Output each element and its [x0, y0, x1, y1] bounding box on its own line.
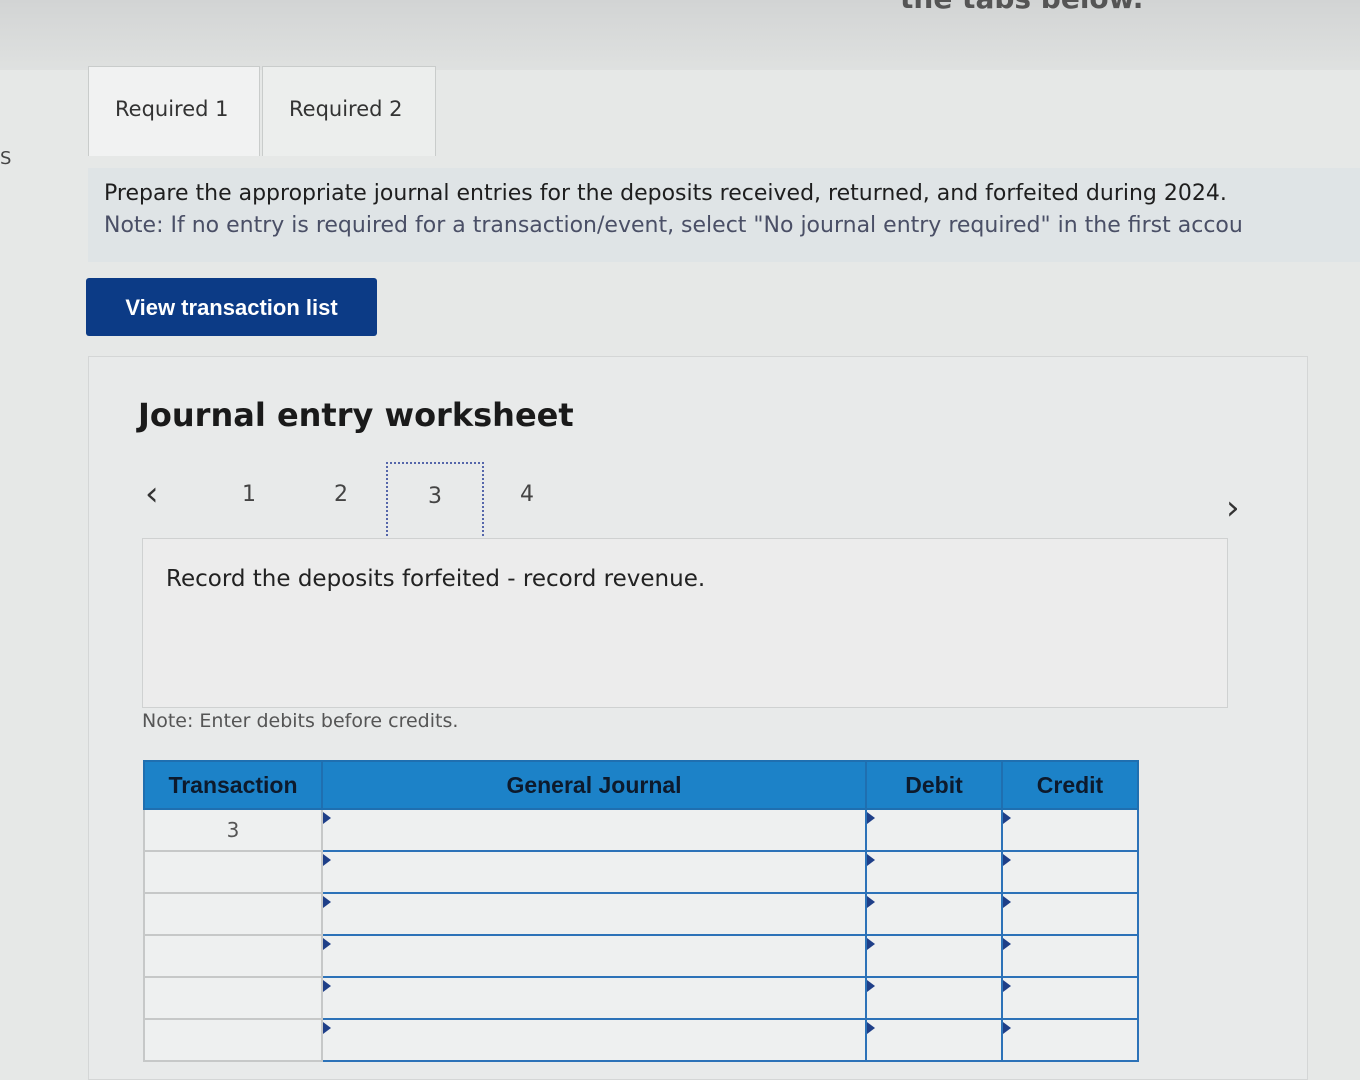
- worksheet-page-2[interactable]: 2: [334, 482, 348, 507]
- general-journal-column-header: General Journal: [321, 760, 867, 810]
- account-select[interactable]: [323, 936, 865, 976]
- account-select-cell[interactable]: [321, 850, 867, 894]
- table-row: [143, 892, 1139, 936]
- account-select[interactable]: [323, 1020, 865, 1060]
- debit-input[interactable]: [867, 852, 1001, 892]
- input-marker-icon: [867, 938, 875, 950]
- account-select-cell[interactable]: [321, 1018, 867, 1062]
- input-marker-icon: [1003, 980, 1011, 992]
- account-select[interactable]: [323, 894, 865, 934]
- input-marker-icon: [867, 896, 875, 908]
- debit-input-cell[interactable]: [865, 1018, 1003, 1062]
- credit-column-header: Credit: [1001, 760, 1139, 810]
- header-partial-text: the tabs below.: [900, 0, 1143, 15]
- credit-input-cell[interactable]: [1001, 892, 1139, 936]
- dropdown-marker-icon: [323, 896, 331, 908]
- input-marker-icon: [1003, 1022, 1011, 1034]
- dropdown-marker-icon: [323, 938, 331, 950]
- table-row: [143, 850, 1139, 894]
- transaction-cell: [143, 850, 323, 894]
- account-select-cell[interactable]: [321, 934, 867, 978]
- table-row: [143, 934, 1139, 978]
- dropdown-marker-icon: [323, 1022, 331, 1034]
- transaction-description: Record the deposits forfeited - record r…: [166, 566, 706, 592]
- prev-page-chevron-icon[interactable]: ‹: [145, 474, 159, 514]
- worksheet-title: Journal entry worksheet: [138, 396, 574, 434]
- credit-input[interactable]: [1003, 1020, 1137, 1060]
- debit-input[interactable]: [867, 894, 1001, 934]
- table-row: [143, 976, 1139, 1020]
- credit-input-cell[interactable]: [1001, 808, 1139, 852]
- instructions-prompt: Prepare the appropriate journal entries …: [104, 181, 1227, 206]
- table-row: [143, 1018, 1139, 1062]
- dropdown-marker-icon: [323, 980, 331, 992]
- transaction-cell: [143, 934, 323, 978]
- input-marker-icon: [867, 980, 875, 992]
- credit-input[interactable]: [1003, 852, 1137, 892]
- input-marker-icon: [867, 1022, 875, 1034]
- worksheet-page-1[interactable]: 1: [242, 482, 256, 507]
- next-page-chevron-icon[interactable]: ›: [1226, 488, 1240, 528]
- tab-required-2[interactable]: Required 2: [262, 66, 436, 156]
- input-marker-icon: [1003, 854, 1011, 866]
- left-edge-mark: S: [0, 148, 12, 169]
- debit-input-cell[interactable]: [865, 934, 1003, 978]
- input-marker-icon: [867, 812, 875, 824]
- instructions-panel: Prepare the appropriate journal entries …: [88, 168, 1360, 262]
- account-select[interactable]: [323, 978, 865, 1018]
- transaction-description-box: [142, 538, 1228, 708]
- account-select-cell[interactable]: [321, 892, 867, 936]
- worksheet-page-3-current[interactable]: 3: [386, 462, 484, 544]
- debit-input[interactable]: [867, 810, 1001, 850]
- account-select[interactable]: [323, 852, 865, 892]
- debit-input-cell[interactable]: [865, 976, 1003, 1020]
- top-banner: the tabs below.: [0, 0, 1360, 70]
- debit-input-cell[interactable]: [865, 808, 1003, 852]
- credit-input-cell[interactable]: [1001, 850, 1139, 894]
- view-transaction-list-button[interactable]: View transaction list: [86, 278, 377, 336]
- transaction-cell: 3: [143, 808, 323, 852]
- entry-order-note: Note: Enter debits before credits.: [142, 710, 459, 732]
- account-select[interactable]: [323, 810, 865, 850]
- debit-input-cell[interactable]: [865, 892, 1003, 936]
- account-select-cell[interactable]: [321, 808, 867, 852]
- general-journal-table: Transaction General Journal Debit Credit…: [143, 760, 1139, 1062]
- worksheet-page-4[interactable]: 4: [520, 482, 534, 507]
- table-row: 3: [143, 808, 1139, 852]
- debit-input[interactable]: [867, 1020, 1001, 1060]
- credit-input[interactable]: [1003, 810, 1137, 850]
- credit-input[interactable]: [1003, 894, 1137, 934]
- dropdown-marker-icon: [323, 854, 331, 866]
- transaction-column-header: Transaction: [143, 760, 323, 810]
- input-marker-icon: [867, 854, 875, 866]
- credit-input-cell[interactable]: [1001, 934, 1139, 978]
- debit-input-cell[interactable]: [865, 850, 1003, 894]
- account-select-cell[interactable]: [321, 976, 867, 1020]
- credit-input[interactable]: [1003, 936, 1137, 976]
- credit-input-cell[interactable]: [1001, 1018, 1139, 1062]
- dropdown-marker-icon: [323, 812, 331, 824]
- input-marker-icon: [1003, 896, 1011, 908]
- credit-input[interactable]: [1003, 978, 1137, 1018]
- debit-column-header: Debit: [865, 760, 1003, 810]
- instructions-note: Note: If no entry is required for a tran…: [104, 213, 1243, 238]
- transaction-cell: [143, 976, 323, 1020]
- credit-input-cell[interactable]: [1001, 976, 1139, 1020]
- transaction-cell: [143, 892, 323, 936]
- debit-input[interactable]: [867, 978, 1001, 1018]
- tab-required-1[interactable]: Required 1: [88, 66, 260, 156]
- input-marker-icon: [1003, 938, 1011, 950]
- input-marker-icon: [1003, 812, 1011, 824]
- debit-input[interactable]: [867, 936, 1001, 976]
- transaction-cell: [143, 1018, 323, 1062]
